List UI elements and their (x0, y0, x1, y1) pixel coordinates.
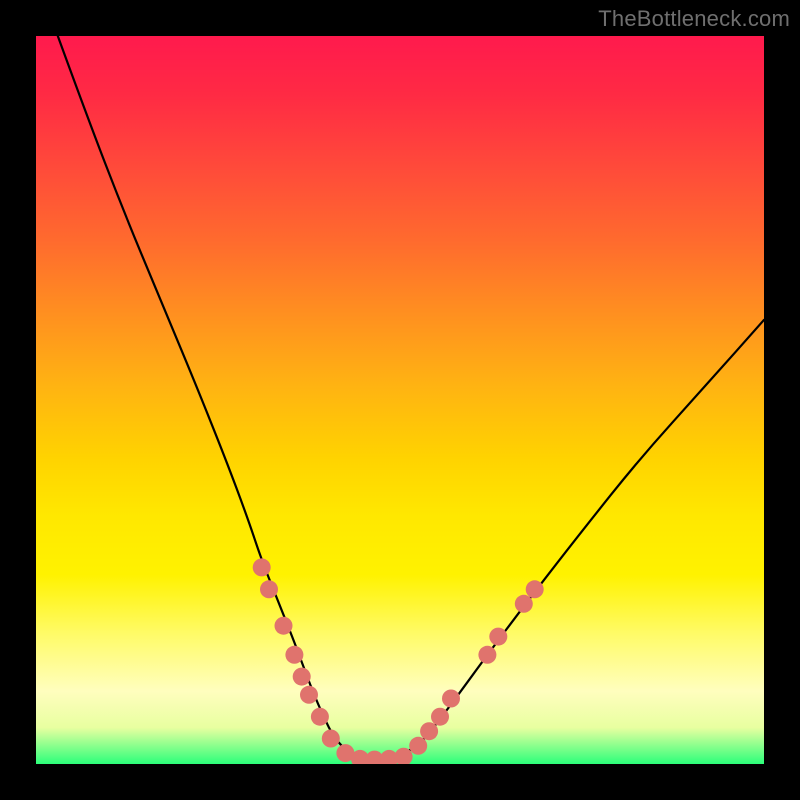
curve-marker (275, 617, 293, 635)
curve-marker (293, 668, 311, 686)
curve-marker (526, 580, 544, 598)
curve-marker (478, 646, 496, 664)
curve-marker (420, 722, 438, 740)
curve-marker (260, 580, 278, 598)
curve-marker (285, 646, 303, 664)
curve-marker (300, 686, 318, 704)
curve-marker (409, 737, 427, 755)
chart-svg (36, 36, 764, 764)
curve-marker (489, 628, 507, 646)
watermark-text: TheBottleneck.com (598, 6, 790, 32)
curve-marker (322, 730, 340, 748)
curve-marker (515, 595, 533, 613)
curve-marker (311, 708, 329, 726)
curve-markers (253, 558, 544, 764)
chart-stage: TheBottleneck.com (0, 0, 800, 800)
bottleneck-curve (58, 36, 764, 760)
curve-marker (253, 558, 271, 576)
curve-marker (431, 708, 449, 726)
chart-plot-area (36, 36, 764, 764)
curve-marker (442, 690, 460, 708)
